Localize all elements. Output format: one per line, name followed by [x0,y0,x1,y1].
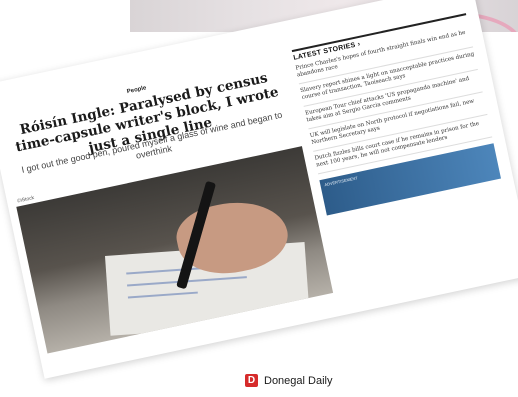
brand-name: Donegal Daily [264,374,333,387]
donegal-daily-logo-icon: D [245,374,258,387]
form-line [127,291,198,299]
ad-label: ADVERTISEMENT [323,175,359,188]
latest-stories-sidebar: LATEST STORIES › Prince Charles's hopes … [291,13,501,216]
publisher-brand[interactable]: D Donegal Daily [245,374,332,387]
article-screenshot-card: People Róisín Ingle: Paralysed by census… [0,0,518,379]
hero-image [16,146,334,354]
